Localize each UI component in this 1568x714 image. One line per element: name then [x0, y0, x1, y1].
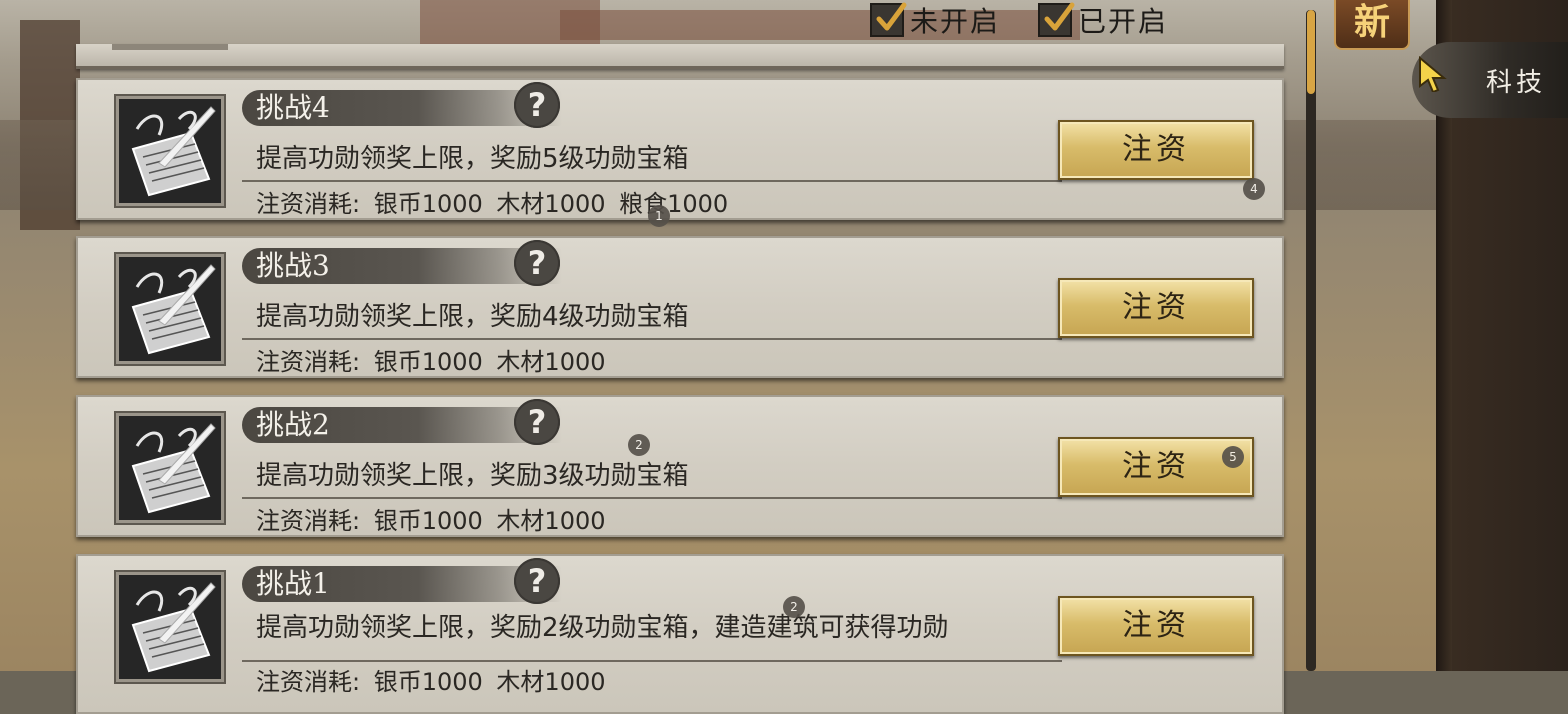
- pointer-cursor-icon: [1418, 55, 1448, 96]
- divider: [242, 497, 1062, 499]
- card-title: 挑战4: [256, 91, 330, 124]
- list-panel-top-edge: [76, 44, 1284, 69]
- question-icon[interactable]: ?: [514, 558, 560, 604]
- overlay-marker: 4: [1243, 178, 1265, 200]
- challenge-card: 挑战3 ? 提高功勋领奖上限，奖励4级功勋宝箱 注资消耗: 银币1000 木材1…: [76, 236, 1284, 378]
- invest-button[interactable]: 注资: [1058, 278, 1254, 338]
- card-description: 提高功勋领奖上限，奖励5级功勋宝箱: [256, 144, 689, 174]
- card-title: 挑战1: [256, 567, 330, 600]
- filter-label: 已开启: [1078, 5, 1169, 38]
- card-description: 提高功勋领奖上限，奖励2级功勋宝箱，建造建筑可获得功勋: [256, 613, 949, 643]
- overlay-marker: 2: [783, 596, 805, 618]
- overlay-marker: 2: [628, 434, 650, 456]
- document-brush-icon: [114, 411, 226, 525]
- invest-button[interactable]: 注资: [1058, 120, 1254, 180]
- question-icon[interactable]: ?: [514, 399, 560, 445]
- invest-button[interactable]: 注资: [1058, 596, 1254, 656]
- question-icon[interactable]: ?: [514, 82, 560, 128]
- document-brush-icon: [114, 570, 226, 684]
- overlay-marker: 5: [1222, 446, 1244, 468]
- challenge-card: 挑战1 ? 提高功勋领奖上限，奖励2级功勋宝箱，建造建筑可获得功勋 注资消耗: …: [76, 554, 1284, 714]
- list-scrollbar[interactable]: [1306, 10, 1316, 671]
- checkmark-icon: [870, 2, 907, 37]
- card-title: 挑战3: [256, 249, 330, 282]
- challenge-card: 挑战4 ? 提高功勋领奖上限，奖励5级功勋宝箱 注资消耗: 银币1000 木材1…: [76, 78, 1284, 220]
- card-description: 提高功勋领奖上限，奖励3级功勋宝箱: [256, 461, 689, 491]
- invest-button[interactable]: 注资: [1058, 437, 1254, 497]
- filter-opened-checkbox[interactable]: 已开启: [1038, 0, 1168, 40]
- card-cost: 注资消耗: 银币1000 木材1000: [256, 348, 606, 376]
- filter-not-open-checkbox[interactable]: 未开启: [870, 0, 1000, 40]
- challenge-card: 挑战2 ? 提高功勋领奖上限，奖励3级功勋宝箱 注资消耗: 银币1000 木材1…: [76, 395, 1284, 537]
- divider: [242, 180, 1062, 182]
- divider: [242, 338, 1062, 340]
- card-description: 提高功勋领奖上限，奖励4级功勋宝箱: [256, 302, 689, 332]
- document-brush-icon: [114, 252, 226, 366]
- filter-bar: 未开启 已开启: [870, 0, 1168, 40]
- overlay-marker: 1: [648, 205, 670, 227]
- question-icon[interactable]: ?: [514, 240, 560, 286]
- tab-label: 科技: [1486, 68, 1547, 98]
- card-title: 挑战2: [256, 408, 330, 441]
- document-brush-icon: [114, 94, 226, 208]
- card-cost: 注资消耗: 银币1000 木材1000: [256, 507, 606, 535]
- checkmark-icon: [1038, 2, 1075, 37]
- card-cost: 注资消耗: 银币1000 木材1000: [256, 668, 606, 696]
- filter-label: 未开启: [910, 5, 1001, 38]
- new-badge: 新: [1334, 0, 1410, 50]
- scrollbar-thumb[interactable]: [1307, 10, 1315, 94]
